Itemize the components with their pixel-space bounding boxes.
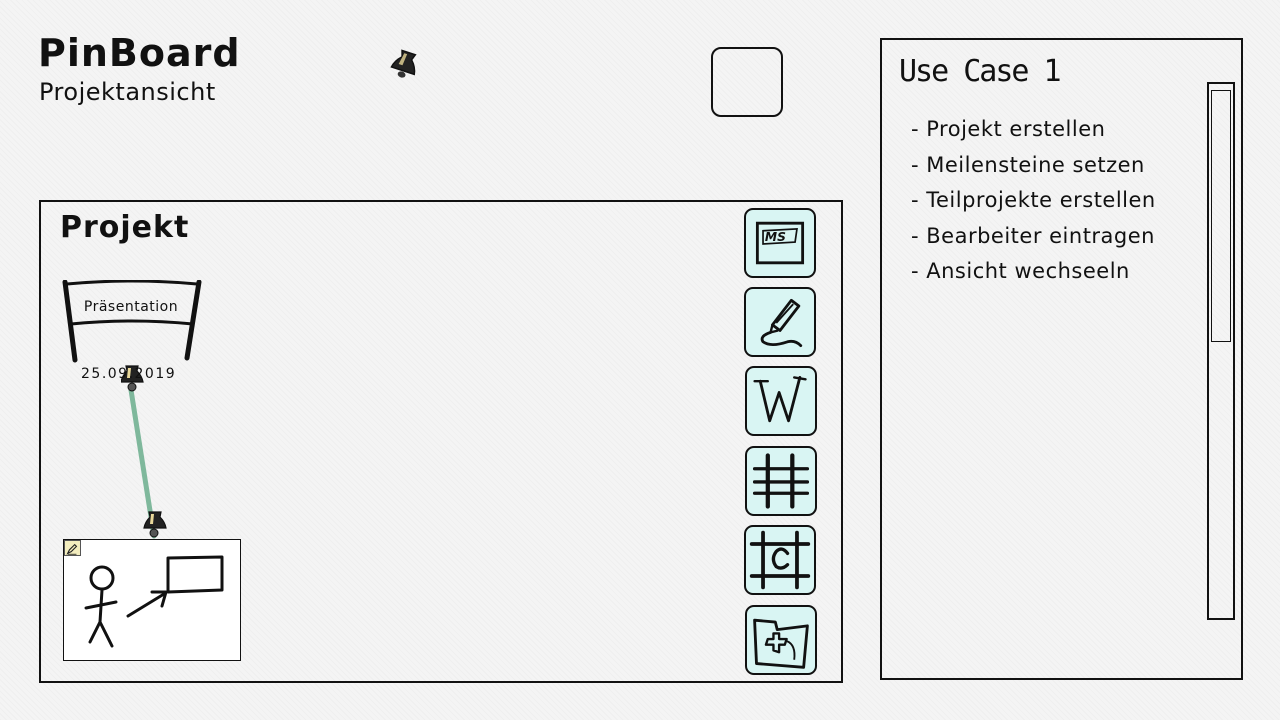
list-item: - Teilprojekte erstellen — [911, 188, 1156, 212]
page-subtitle: Projektansicht — [39, 78, 216, 106]
usecase-title: Use Case 1 — [899, 54, 1062, 89]
w-letter-icon — [753, 376, 807, 423]
list-item: - Ansicht wechseeln — [911, 259, 1130, 283]
grid-tool-button[interactable] — [745, 446, 817, 516]
pin-bell-icon — [143, 511, 167, 538]
add-folder-tool-button[interactable] — [745, 605, 817, 675]
milestone-tool-button[interactable]: MS — [744, 208, 816, 278]
project-title: Projekt — [60, 210, 190, 245]
pen-icon — [760, 298, 803, 347]
frame-circle-icon — [749, 530, 811, 590]
list-item: - Meilensteine setzen — [911, 152, 1145, 177]
edit-icon[interactable] — [64, 540, 81, 556]
blank-square-button[interactable] — [711, 47, 783, 117]
text-tool-button[interactable] — [745, 366, 817, 436]
frame-tool-button[interactable] — [744, 525, 816, 595]
connector-line — [121, 365, 167, 539]
scrollbar[interactable] — [1207, 82, 1235, 620]
grid-icon — [752, 453, 810, 509]
usecase-list: - Projekt erstellen - Meilensteine setze… — [911, 115, 1156, 293]
scrollbar-thumb[interactable] — [1211, 90, 1231, 342]
svg-text:MS: MS — [765, 230, 786, 244]
rectangle-icon — [166, 555, 224, 594]
project-panel: Projekt Präsentation 25.09.2019 — [39, 200, 843, 683]
list-item: - Projekt erstellen — [911, 117, 1106, 141]
stick-figure-icon — [84, 565, 118, 648]
bell-icon[interactable] — [386, 44, 424, 84]
sketch-card[interactable] — [63, 539, 241, 661]
folder-plus-icon — [753, 618, 809, 669]
app-title: PinBoard — [38, 31, 241, 75]
ms-board-icon: MS — [755, 221, 805, 265]
banner-icon[interactable] — [61, 280, 203, 364]
milestone-date: 25.09.2019 — [81, 366, 177, 382]
list-item: - Bearbeiter eintragen — [911, 223, 1155, 248]
usecase-panel: Use Case 1 - Projekt erstellen - Meilens… — [880, 38, 1243, 680]
pen-tool-button[interactable] — [744, 287, 816, 357]
milestone-label: Präsentation — [83, 299, 179, 315]
